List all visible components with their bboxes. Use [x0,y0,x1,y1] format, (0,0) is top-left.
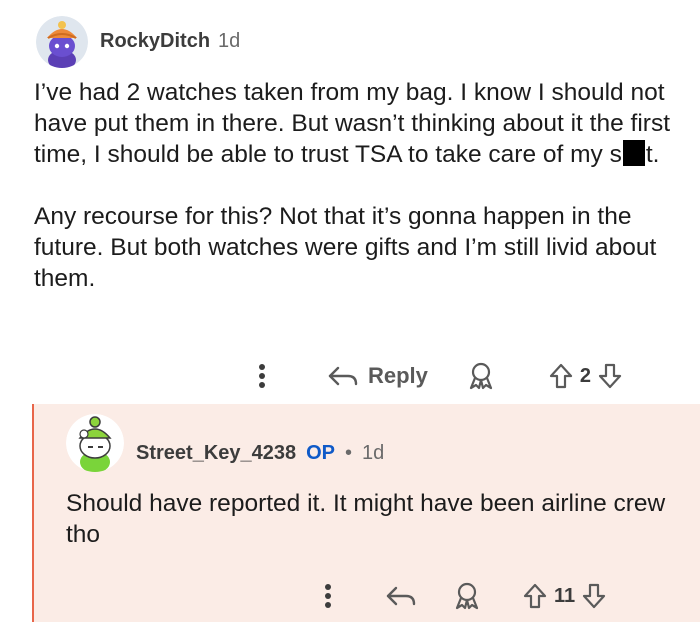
comment-body: I’ve had 2 watches taken from my bag. I … [34,77,674,294]
username[interactable]: RockyDitch [100,30,210,53]
reply-arrow-icon [386,586,416,606]
upvote-arrow-icon [549,363,573,389]
reply-comment: Street_Key_4238 OP • 1d Should have repo… [32,404,700,622]
snoo-avatar-icon [36,16,88,68]
comment-text-part1: I’ve had 2 watches taken from my bag. I … [34,79,670,168]
comment-rockyditch: RockyDitch 1d I’ve had 2 watches taken f… [0,0,700,404]
comment-actions: Reply 2 [250,358,670,394]
avatar[interactable] [36,16,88,68]
downvote-arrow-icon [598,363,622,389]
downvote-arrow-icon [583,583,606,609]
more-button[interactable] [250,363,274,389]
timestamp: 1d [362,442,385,464]
reply-arrow-icon [328,366,358,386]
more-button[interactable] [316,583,340,609]
award-icon [469,362,493,390]
downvote-button[interactable] [597,362,623,390]
reply-button[interactable] [384,584,418,608]
vote-count: 2 [579,364,592,387]
comment-body: Should have reported it. It might have b… [66,490,666,548]
upvote-arrow-icon [523,583,547,609]
comment-text-part2: t. [645,141,660,168]
more-vertical-icon [259,364,265,388]
snoo-avatar-icon [66,414,124,472]
award-button[interactable] [466,361,496,391]
vote-count: 11 [554,584,576,607]
reply-label: Reply [368,363,428,388]
reply-button[interactable]: Reply [326,363,428,389]
upvote-button[interactable] [548,362,574,390]
downvote-button[interactable] [581,582,607,610]
comment-paragraph-2: Any recourse for this? Not that it’s gon… [34,203,657,292]
op-badge: OP [306,442,336,464]
award-button[interactable] [452,581,482,611]
username[interactable]: Street_Key_4238 [136,442,296,465]
upvote-button[interactable] [522,582,548,610]
timestamp: 1d [218,30,241,52]
redaction-box [622,140,645,166]
avatar[interactable] [66,414,124,472]
award-icon [455,582,479,610]
more-vertical-icon [325,584,331,608]
comment-actions: 11 [316,578,656,614]
separator-dot: • [345,442,353,464]
